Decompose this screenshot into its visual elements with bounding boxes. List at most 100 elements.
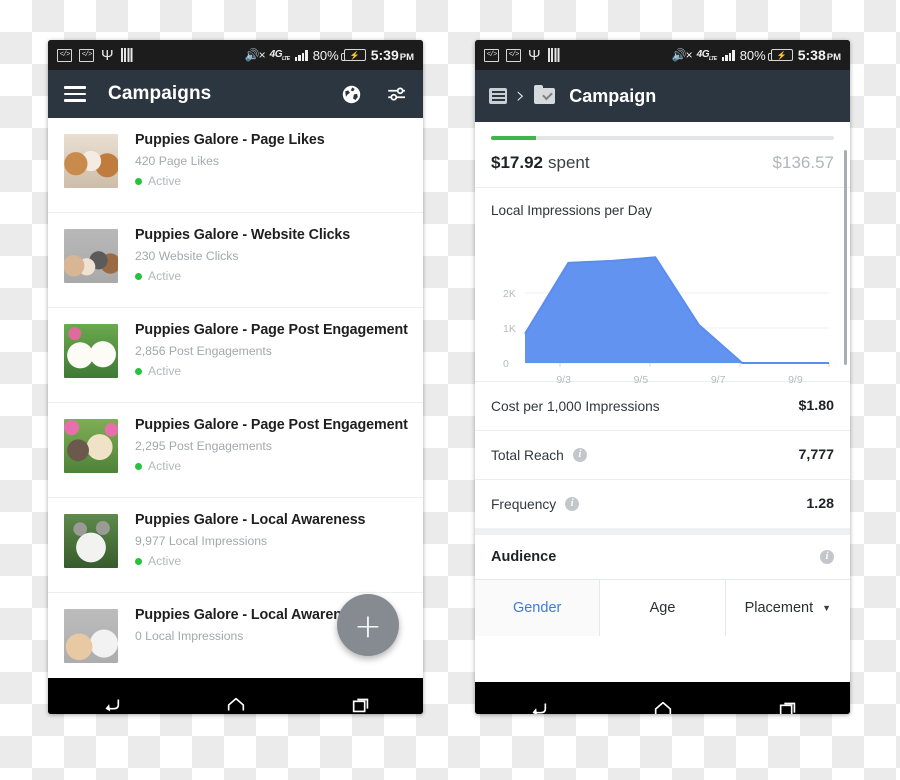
status-bar-left-icons: </> </> Ψ — [57, 46, 134, 64]
campaign-metric: 0 Local Impressions — [135, 629, 244, 643]
network-type-icon: 4GLTE — [269, 48, 290, 62]
x-tick-label: 9/3 — [556, 374, 571, 386]
metric-label: Frequency — [491, 496, 557, 512]
impressions-chart-card: Local Impressions per Day 2K 1K 0 9/3 9/… — [475, 187, 850, 386]
campaign-detail-screen[interactable]: $17.92 spent $136.57 Local Impressions p… — [475, 122, 850, 682]
campaign-title: Puppies Galore - Page Likes — [135, 132, 325, 148]
spend-progress-bar — [491, 136, 834, 140]
chart-plot-area: 2K 1K 0 9/3 9/5 9/7 9/9 — [491, 232, 834, 386]
recents-icon[interactable] — [350, 694, 372, 714]
metric-row-total-reach[interactable]: Total Reach i 7,777 — [475, 430, 850, 479]
android-nav-bar-right — [475, 682, 850, 714]
puppies-thumbnail-5 — [64, 514, 118, 568]
info-icon[interactable]: i — [572, 448, 587, 462]
app-bar-campaigns: Campaigns — [48, 70, 423, 118]
tab-label: Gender — [512, 600, 562, 616]
table-row[interactable]: Puppies Galore - Page Post Engagement 2,… — [48, 403, 423, 498]
code-box-icon: </> — [57, 48, 72, 62]
globe-icon[interactable] — [342, 85, 361, 104]
metric-row-cpm[interactable]: Cost per 1,000 Impressions $1.80 — [475, 381, 850, 430]
table-row[interactable]: Puppies Galore - Page Post Engagement 2,… — [48, 308, 423, 403]
campaign-title: Puppies Galore - Local Awareness — [135, 512, 366, 528]
recents-icon[interactable] — [777, 698, 799, 714]
x-tick-label: 9/9 — [788, 374, 803, 386]
phone-left: </> </> Ψ 🔊× 4GLTE 80% ⚡ 5:39PM Campaign… — [48, 40, 423, 714]
info-icon[interactable]: i — [820, 550, 834, 564]
code-box-icon: </> — [506, 48, 521, 62]
status-bar-right-icons: 🔊× 4GLTE 80% ⚡ 5:38PM — [672, 47, 841, 63]
campaign-info: Puppies Galore - Page Likes 420 Page Lik… — [135, 131, 325, 200]
clock-label: 5:38PM — [797, 47, 841, 63]
campaign-list-screen[interactable]: Puppies Galore - Page Likes 420 Page Lik… — [48, 118, 423, 678]
puppies-thumbnail-2 — [64, 229, 118, 283]
status-bar-left-icons: </> </> Ψ — [484, 48, 561, 63]
table-row[interactable]: Puppies Galore - Local Awareness 9,977 L… — [48, 498, 423, 593]
usb-icon: Ψ — [101, 46, 114, 64]
folder-check-icon — [534, 85, 556, 104]
signal-bars-icon — [294, 49, 308, 61]
campaign-title: Puppies Galore - Page Post Engagement — [135, 322, 408, 338]
campaign-metric: 2,295 Post Engagements — [135, 439, 272, 453]
tab-label: Placement — [744, 600, 814, 616]
status-bar-right: </> </> Ψ 🔊× 4GLTE 80% ⚡ 5:38PM — [475, 40, 850, 70]
back-icon[interactable] — [100, 694, 122, 714]
breadcrumb: › Campaign — [475, 70, 850, 122]
status-dot-icon — [135, 272, 142, 280]
back-icon[interactable] — [527, 698, 549, 714]
table-row[interactable]: Puppies Galore - Page Likes 420 Page Lik… — [48, 118, 423, 213]
home-icon[interactable] — [225, 694, 247, 714]
x-tick-label: 9/7 — [710, 374, 726, 386]
sim-card-icon — [547, 48, 561, 62]
tune-sliders-icon[interactable] — [387, 86, 407, 102]
add-campaign-fab[interactable]: + — [337, 594, 399, 656]
code-box-icon: </> — [79, 48, 94, 62]
metric-label: Cost per 1,000 Impressions — [491, 398, 660, 414]
tab-age[interactable]: Age — [600, 580, 726, 636]
sim-card-icon — [120, 48, 134, 62]
tab-placement[interactable]: Placement ▼ — [725, 580, 850, 636]
list-icon[interactable] — [489, 88, 507, 104]
breadcrumb-title: Campaign — [569, 85, 657, 106]
campaign-metric: 420 Page Likes — [135, 154, 220, 168]
code-box-icon: </> — [484, 48, 499, 62]
status-bar-right-icons: 🔊× 4GLTE 80% ⚡ 5:39PM — [245, 47, 414, 63]
audience-tabs: Gender Age Placement ▼ — [475, 580, 850, 636]
y-tick-label: 1K — [503, 323, 516, 335]
puppies-thumbnail-6 — [64, 609, 118, 663]
status-dot-icon — [135, 177, 142, 185]
campaign-info: Puppies Galore - Local Awareness 0 Local… — [135, 606, 366, 675]
chevron-down-icon: ▼ — [822, 603, 832, 613]
campaign-title: Puppies Galore - Website Clicks — [135, 227, 351, 243]
puppies-thumbnail-1 — [64, 134, 118, 188]
metric-label: Total Reach — [491, 447, 564, 463]
campaign-title: Puppies Galore - Page Post Engagement — [135, 417, 408, 433]
status-badge: Active — [135, 459, 408, 473]
battery-percent-label: 80% — [739, 47, 766, 63]
audience-heading: Audience — [491, 549, 557, 565]
info-icon[interactable]: i — [565, 497, 580, 511]
status-dot-icon — [135, 462, 142, 470]
campaign-info: Puppies Galore - Page Post Engagement 2,… — [135, 416, 408, 485]
spend-amount: $17.92 — [491, 153, 543, 172]
y-tick-label: 0 — [503, 358, 509, 370]
metric-row-frequency[interactable]: Frequency i 1.28 — [475, 479, 850, 528]
status-dot-icon — [135, 557, 142, 565]
campaign-metric: 9,977 Local Impressions — [135, 534, 268, 548]
hamburger-menu-icon[interactable] — [64, 86, 86, 102]
signal-bars-icon — [721, 49, 735, 61]
spend-progress-fill — [491, 136, 536, 140]
tab-gender[interactable]: Gender — [475, 580, 601, 636]
home-icon[interactable] — [652, 698, 674, 714]
metric-value: 7,777 — [798, 447, 834, 463]
metric-value: 1.28 — [806, 496, 834, 512]
campaign-info: Puppies Galore - Local Awareness 9,977 L… — [135, 511, 366, 580]
vertical-scrollbar[interactable] — [843, 150, 847, 365]
volume-mute-icon: 🔊× — [244, 48, 266, 62]
table-row[interactable]: Puppies Galore - Website Clicks 230 Webs… — [48, 213, 423, 308]
campaign-title: Puppies Galore - Local Awareness — [135, 607, 366, 623]
tab-label: Age — [649, 600, 676, 616]
status-bar-left: </> </> Ψ 🔊× 4GLTE 80% ⚡ 5:39PM — [48, 40, 423, 70]
status-badge: Active — [135, 269, 350, 283]
spend-summary: $17.92 spent $136.57 — [475, 122, 850, 187]
spend-label: spent — [548, 153, 590, 172]
